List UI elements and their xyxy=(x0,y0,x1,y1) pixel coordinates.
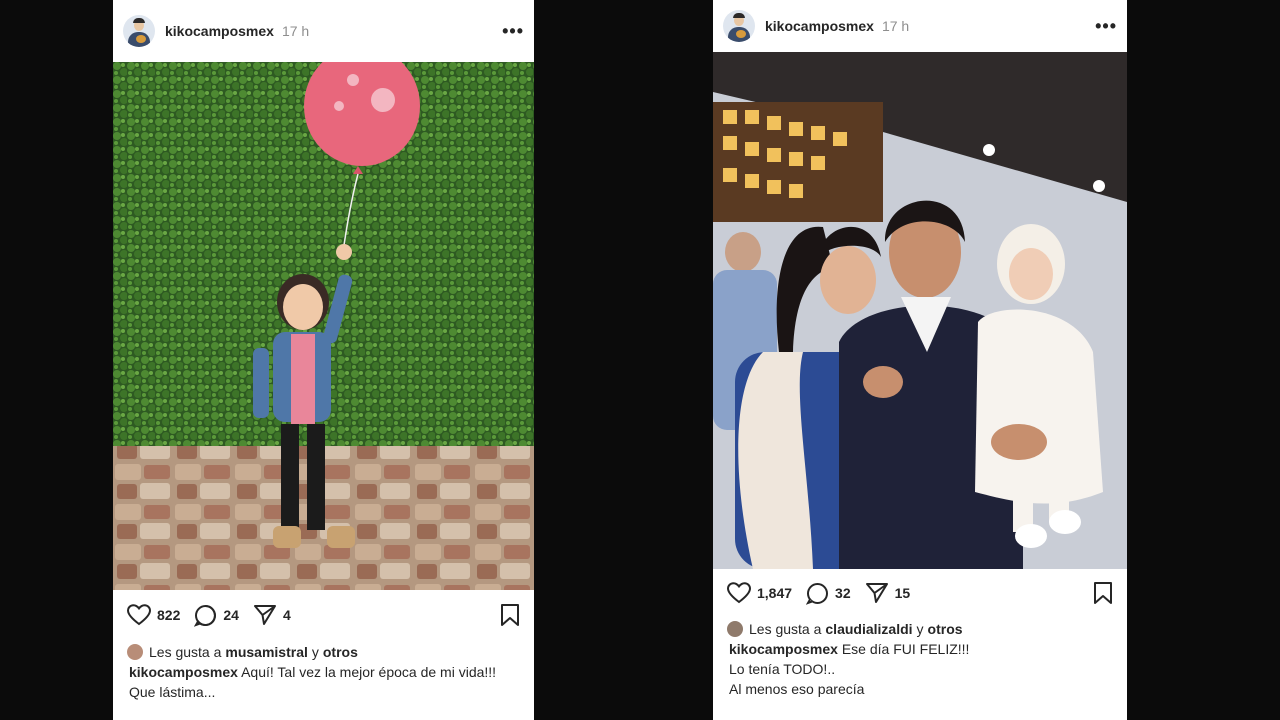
heart-icon xyxy=(727,582,751,604)
post-actions: 1,847 32 15 xyxy=(713,569,1127,617)
username[interactable]: kikocamposmex xyxy=(165,23,274,39)
post-photo[interactable] xyxy=(113,62,534,590)
comment-icon xyxy=(806,582,829,605)
caption-line: Lo tenía TODO!.. xyxy=(729,661,836,677)
caption-line: Que lástima... xyxy=(129,684,216,700)
post-caption: kikocamposmex Ese día FUI FELIZ!!! Lo te… xyxy=(713,639,1127,699)
shares-count: 4 xyxy=(282,607,291,623)
post-card: kikocamposmex 17 h ••• xyxy=(113,0,534,720)
username[interactable]: kikocamposmex xyxy=(765,18,874,34)
avatar[interactable] xyxy=(723,10,755,42)
post-header: kikocamposmex 17 h ••• xyxy=(113,0,534,62)
liked-by-joiner: y xyxy=(916,621,924,637)
share-button[interactable]: 15 xyxy=(865,582,911,604)
liker-avatar[interactable] xyxy=(727,621,743,637)
like-button[interactable]: 822 xyxy=(127,604,180,626)
comment-button[interactable]: 24 xyxy=(194,604,239,627)
shares-count: 15 xyxy=(894,585,911,601)
liked-by-others[interactable]: otros xyxy=(323,644,358,660)
liked-by-user[interactable]: claudializaldi xyxy=(825,621,912,637)
comments-count: 32 xyxy=(835,585,851,601)
post-time: 17 h xyxy=(881,18,910,34)
caption-username[interactable]: kikocamposmex xyxy=(129,664,238,680)
post-time: 17 h xyxy=(281,23,310,39)
liked-by-joiner: y xyxy=(311,644,319,660)
avatar[interactable] xyxy=(123,15,155,47)
comment-button[interactable]: 32 xyxy=(806,582,851,605)
post-card: kikocamposmex 17 h ••• xyxy=(713,0,1127,720)
more-options-icon[interactable]: ••• xyxy=(1095,16,1117,37)
liked-by-others[interactable]: otros xyxy=(928,621,963,637)
caption-line: Al menos eso parecía xyxy=(729,681,865,697)
caption-line: Ese día FUI FELIZ!!! xyxy=(841,641,970,657)
like-button[interactable]: 1,847 xyxy=(727,582,792,604)
bookmark-icon[interactable] xyxy=(500,603,520,627)
liked-by: Les gusta a musamistral y otros xyxy=(113,644,534,660)
post-photo[interactable] xyxy=(713,52,1127,569)
liker-avatar[interactable] xyxy=(127,644,143,660)
comment-icon xyxy=(194,604,217,627)
post-caption: kikocamposmex Aquí! Tal vez la mejor épo… xyxy=(113,662,534,702)
liked-by-prefix: Les gusta a xyxy=(149,644,222,660)
share-button[interactable]: 4 xyxy=(253,604,291,626)
more-options-icon[interactable]: ••• xyxy=(502,21,524,42)
caption-username[interactable]: kikocamposmex xyxy=(729,641,838,657)
liked-by-user[interactable]: musamistral xyxy=(225,644,307,660)
send-icon xyxy=(253,605,276,625)
heart-icon xyxy=(127,604,151,626)
caption-line: Aquí! Tal vez la mejor época de mi vida!… xyxy=(241,664,497,680)
post-actions: 822 24 4 xyxy=(113,590,534,640)
send-icon xyxy=(865,583,888,603)
likes-count: 1,847 xyxy=(757,585,793,601)
post-header: kikocamposmex 17 h ••• xyxy=(713,0,1127,52)
liked-by-prefix: Les gusta a xyxy=(749,621,822,637)
liked-by: Les gusta a claudializaldi y otros xyxy=(713,621,1127,637)
likes-count: 822 xyxy=(157,607,181,623)
comments-count: 24 xyxy=(223,607,239,623)
bookmark-icon[interactable] xyxy=(1093,581,1113,605)
